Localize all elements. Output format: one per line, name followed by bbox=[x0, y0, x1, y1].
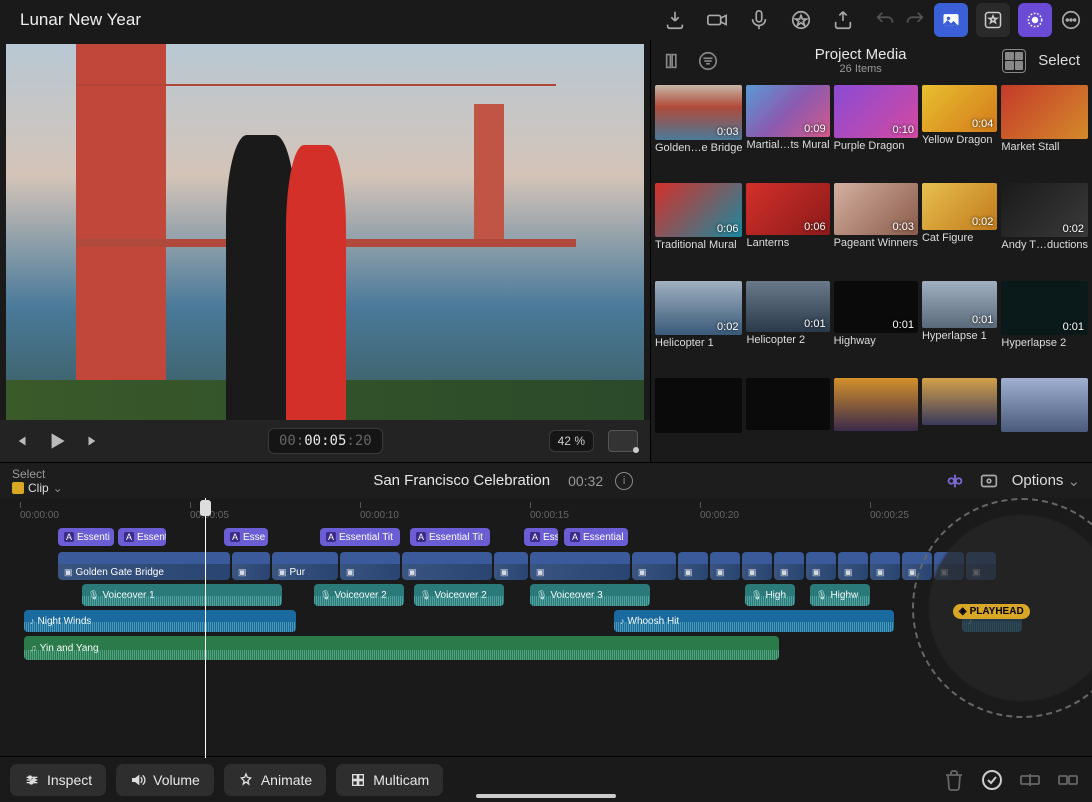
timeline-clip[interactable]: 🎙Voiceover 1 bbox=[82, 584, 282, 606]
timeline-clip[interactable]: AEssenti bbox=[58, 528, 114, 546]
media-item[interactable]: 0:03Pageant Winners bbox=[834, 183, 918, 277]
timeline-clip[interactable]: ▣ bbox=[710, 552, 740, 580]
media-item[interactable]: 0:06Traditional Mural bbox=[655, 183, 742, 277]
media-item[interactable]: 0:10Purple Dragon bbox=[834, 85, 918, 179]
browser-toggle[interactable] bbox=[934, 3, 968, 37]
timeline-clip[interactable]: 🎙Voiceover 3 bbox=[530, 584, 650, 606]
timeline-title: San Francisco Celebration bbox=[373, 472, 550, 489]
grid-view-toggle[interactable] bbox=[1002, 49, 1026, 73]
media-item[interactable]: 0:01Hyperlapse 2 bbox=[1001, 281, 1088, 375]
timeline-clip[interactable]: ▣ bbox=[870, 552, 900, 580]
media-item[interactable]: 0:02Helicopter 1 bbox=[655, 281, 742, 375]
timeline-clip[interactable]: 🎙Voiceover 2 bbox=[314, 584, 404, 606]
viewer-canvas[interactable] bbox=[6, 44, 644, 420]
media-grid: 0:03Golden…e Bridge0:09Martial…ts Mural0… bbox=[651, 81, 1092, 462]
clip-selector[interactable]: Select Clip ⌄ bbox=[12, 467, 63, 495]
media-item[interactable] bbox=[922, 378, 997, 458]
inspect-button[interactable]: Inspect bbox=[10, 764, 106, 796]
timeline-options-button[interactable]: Options ⌄ bbox=[1012, 472, 1080, 490]
media-item[interactable]: 0:04Yellow Dragon bbox=[922, 85, 997, 179]
timeline-clip[interactable]: ▣ bbox=[530, 552, 630, 580]
timeline-clip[interactable]: ▣ bbox=[774, 552, 804, 580]
undo-icon[interactable] bbox=[874, 9, 896, 31]
media-item[interactable]: 0:01Helicopter 2 bbox=[746, 281, 829, 375]
timeline-clip[interactable]: AEssential Tit bbox=[410, 528, 490, 546]
timeline-clip[interactable]: ▣ bbox=[806, 552, 836, 580]
timeline-clip[interactable]: ▣ bbox=[678, 552, 708, 580]
home-indicator bbox=[476, 794, 616, 798]
share-icon[interactable] bbox=[832, 9, 854, 31]
timecode-display[interactable]: 00:00:05:20 bbox=[268, 428, 383, 454]
enable-icon[interactable] bbox=[978, 766, 1006, 794]
timeline-clip[interactable]: ▣ bbox=[838, 552, 868, 580]
timeline-clip[interactable]: AEssenti bbox=[118, 528, 166, 546]
media-item[interactable]: 0:09Martial…ts Mural bbox=[746, 85, 829, 179]
media-item[interactable]: 0:01Hyperlapse 1 bbox=[922, 281, 997, 375]
media-item[interactable] bbox=[1001, 378, 1088, 458]
trim-icon[interactable] bbox=[1054, 766, 1082, 794]
media-title: Project Media bbox=[731, 46, 990, 63]
zoom-level[interactable]: 42 % bbox=[549, 430, 594, 452]
timeline-clip[interactable]: ▣ bbox=[494, 552, 528, 580]
index-icon[interactable] bbox=[944, 470, 966, 492]
effects-icon[interactable] bbox=[790, 9, 812, 31]
titles-track[interactable]: AEssentiAEssenti AEsse AEssential Tit AEsse… bbox=[0, 526, 1092, 548]
timeline-clip[interactable]: AEssential Tit bbox=[320, 528, 400, 546]
timeline-clip[interactable]: ♪Night Winds bbox=[24, 610, 296, 632]
timeline-tool-icon[interactable] bbox=[978, 470, 1000, 492]
redo-icon[interactable] bbox=[904, 9, 926, 31]
timeline-clip[interactable]: ♪Whoosh Hit bbox=[614, 610, 894, 632]
timeline-duration: 00:32 bbox=[568, 473, 603, 489]
camera-icon[interactable] bbox=[706, 9, 728, 31]
timeline-clip[interactable]: ▣ bbox=[232, 552, 270, 580]
timeline-clip[interactable]: AEssential bbox=[564, 528, 628, 546]
timeline-ruler[interactable]: 00:00:0000:00:0500:00:1000:00:1500:00:20… bbox=[0, 498, 1092, 522]
inspector-toggle[interactable] bbox=[1018, 3, 1052, 37]
timeline-clip[interactable]: 🎙Highw bbox=[810, 584, 870, 606]
more-icon[interactable] bbox=[1060, 9, 1082, 31]
media-item[interactable] bbox=[834, 378, 918, 458]
filter-icon[interactable] bbox=[697, 50, 719, 72]
media-item[interactable]: 0:06Lanterns bbox=[746, 183, 829, 277]
media-item[interactable]: 0:02Andy T…ductions bbox=[1001, 183, 1088, 277]
timeline-clip[interactable]: ♫Yin and Yang bbox=[24, 636, 779, 660]
display-options-button[interactable] bbox=[608, 430, 638, 452]
timeline-clip[interactable]: ▣ bbox=[632, 552, 676, 580]
project-title: Lunar New Year bbox=[20, 10, 141, 30]
favorites-toggle[interactable] bbox=[976, 3, 1010, 37]
timeline-clip[interactable]: ▣Pur bbox=[272, 552, 338, 580]
timeline-clip[interactable]: ▣ bbox=[402, 552, 492, 580]
playhead[interactable] bbox=[205, 498, 206, 758]
media-item[interactable] bbox=[655, 378, 742, 458]
import-icon[interactable] bbox=[664, 9, 686, 31]
blade-icon[interactable] bbox=[1016, 766, 1044, 794]
animate-button[interactable]: Animate bbox=[224, 764, 326, 796]
timeline-clip[interactable]: ▣ bbox=[742, 552, 772, 580]
media-item[interactable]: Market Stall bbox=[1001, 85, 1088, 179]
multicam-button[interactable]: Multicam bbox=[336, 764, 443, 796]
timeline-clip[interactable]: 🎙High bbox=[745, 584, 795, 606]
timeline-clip[interactable]: AEsse bbox=[224, 528, 268, 546]
timeline-info-button[interactable]: i bbox=[615, 472, 633, 490]
next-frame-button[interactable] bbox=[84, 432, 102, 450]
media-item[interactable]: 0:02Cat Figure bbox=[922, 183, 997, 277]
select-media-button[interactable]: Select bbox=[1038, 52, 1080, 69]
sidebar-toggle-icon[interactable] bbox=[663, 50, 685, 72]
mic-icon[interactable] bbox=[748, 9, 770, 31]
jog-mode-label: ◈ PLAYHEAD bbox=[953, 604, 1030, 619]
timeline-clip[interactable]: AEss bbox=[524, 528, 558, 546]
prev-frame-button[interactable] bbox=[12, 432, 30, 450]
volume-button[interactable]: Volume bbox=[116, 764, 214, 796]
timeline-clip[interactable]: ▣ bbox=[340, 552, 400, 580]
play-button[interactable] bbox=[44, 428, 70, 454]
timeline-clip[interactable]: 🎙Voiceover 2 bbox=[414, 584, 504, 606]
media-subtitle: 26 Items bbox=[731, 63, 990, 75]
media-item[interactable]: 0:03Golden…e Bridge bbox=[655, 85, 742, 179]
trash-icon[interactable] bbox=[940, 766, 968, 794]
media-item[interactable] bbox=[746, 378, 829, 458]
media-item[interactable]: 0:01Highway bbox=[834, 281, 918, 375]
